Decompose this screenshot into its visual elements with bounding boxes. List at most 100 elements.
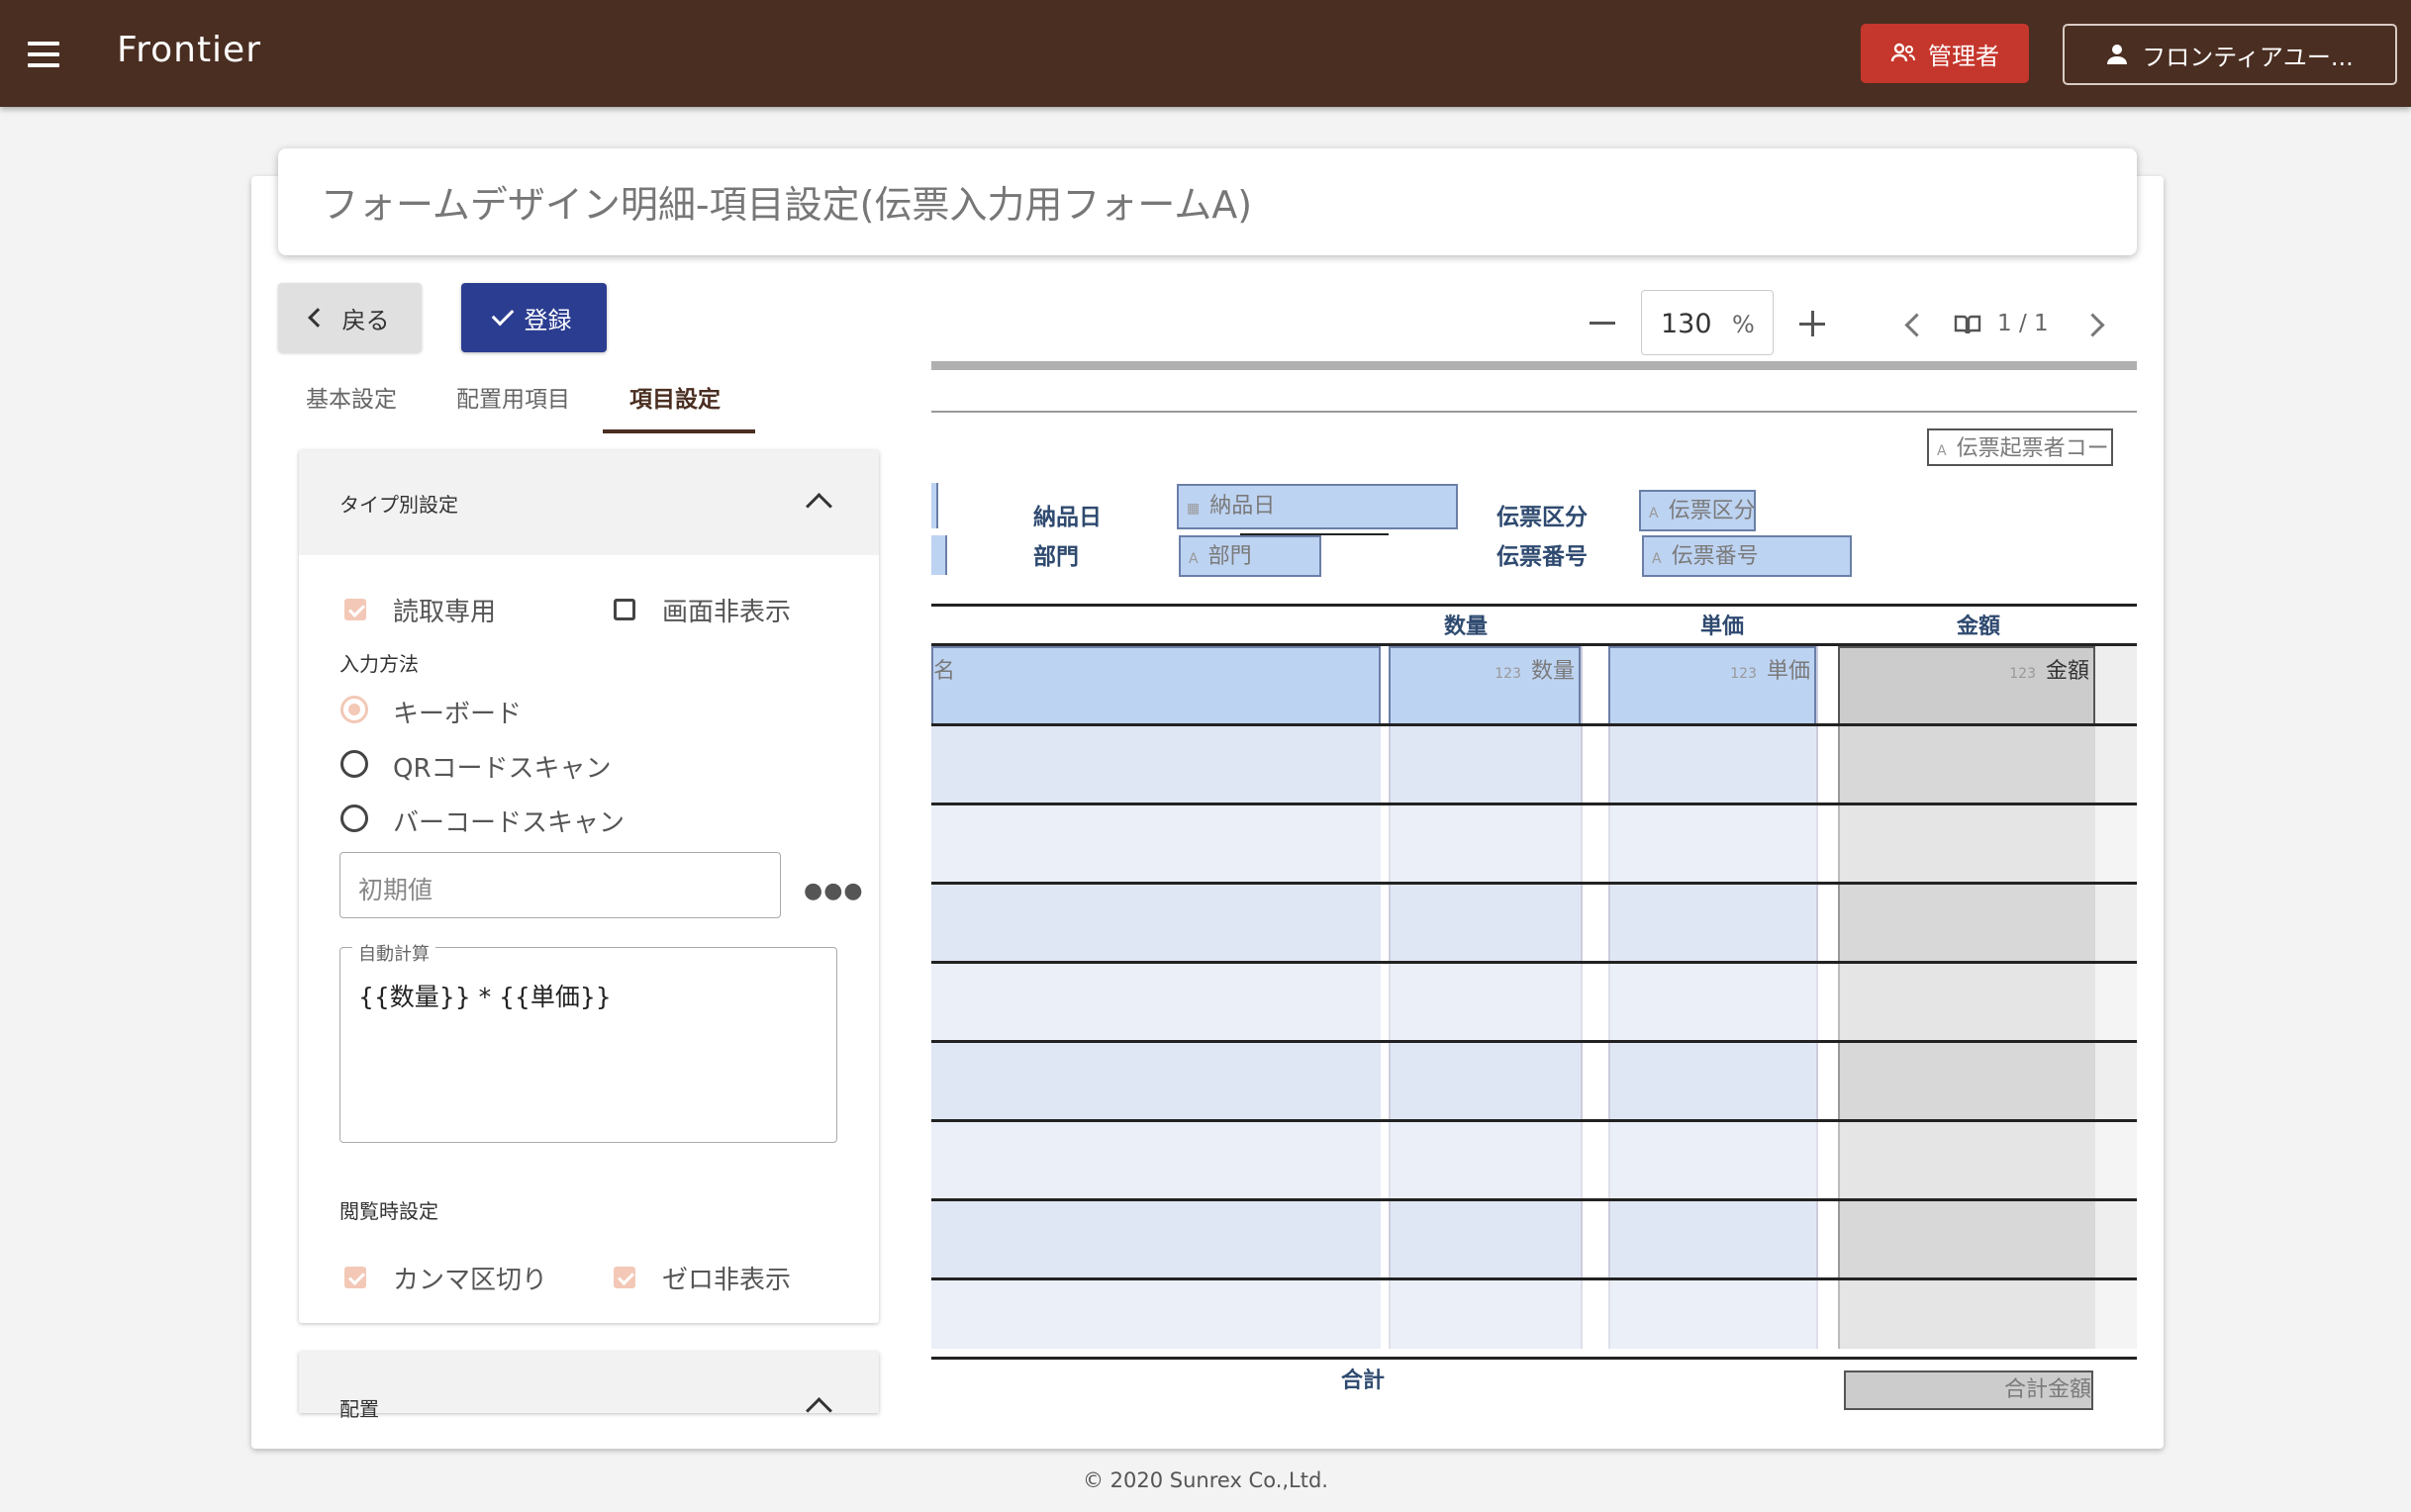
save-label: 登録 xyxy=(524,306,572,334)
book-icon xyxy=(1954,315,1981,334)
total-amount-field[interactable]: 合計金額 xyxy=(1844,1370,2093,1410)
row-line xyxy=(931,723,2137,726)
zoom-out-icon[interactable] xyxy=(1590,322,1615,325)
slip-type-field[interactable]: A 伝票区分 xyxy=(1639,490,1756,531)
initial-value-placeholder: 初期値 xyxy=(358,876,434,904)
preview-top-border xyxy=(931,361,2137,370)
slip-number-text: 伝票番号 xyxy=(1671,544,1759,569)
hidden-label: 画面非表示 xyxy=(662,598,792,627)
person-icon xyxy=(2107,45,2128,64)
back-button[interactable]: 戻る xyxy=(278,283,422,352)
zoom-value: 130 xyxy=(1661,309,1712,339)
zero-hide-checkbox[interactable] xyxy=(614,1267,635,1288)
page-title: フォームデザイン明細-項目設定(伝票入力用フォームA) xyxy=(321,183,1253,227)
row-line xyxy=(931,1040,2137,1043)
row-line xyxy=(931,961,2137,964)
menu-icon[interactable] xyxy=(28,42,59,67)
placement-panel-header[interactable] xyxy=(299,1352,879,1413)
row-band xyxy=(931,804,2137,884)
table-bottom-line xyxy=(931,1357,2137,1360)
department-label: 部門 xyxy=(1033,544,1079,570)
hidden-checkbox[interactable] xyxy=(614,599,635,620)
row-line xyxy=(931,803,2137,805)
row-band xyxy=(931,1279,2137,1349)
col-header-amount: 金額 xyxy=(1957,614,2001,639)
user-label: フロンティアユー... xyxy=(2142,43,2354,71)
cut-field-left-2 xyxy=(931,535,947,575)
radio-qr-scan[interactable] xyxy=(340,750,368,778)
slip-number-label: 伝票番号 xyxy=(1496,544,1588,570)
numeric-prefix: 123 xyxy=(1730,666,1757,682)
delivery-date-text: 納品日 xyxy=(1209,494,1276,519)
more-horizontal-icon[interactable]: ●●● xyxy=(804,879,864,903)
radio-qr-scan-label: QRコードスキャン xyxy=(393,754,612,784)
admin-users-icon xyxy=(1890,43,1915,62)
amount-field[interactable]: 123 金額 xyxy=(1838,646,2095,725)
qty-field-text: 数量 xyxy=(1530,659,1575,684)
save-button[interactable]: 登録 xyxy=(461,283,607,352)
row-line xyxy=(931,882,2137,885)
zoom-unit: % xyxy=(1732,311,1755,338)
department-text: 部門 xyxy=(1207,544,1252,569)
zero-hide-label: ゼロ非表示 xyxy=(662,1266,792,1295)
placement-title: 配置 xyxy=(339,1397,379,1421)
footer-copyright: © 2020 Sunrex Co.,Ltd. xyxy=(1082,1468,1328,1492)
col-header-qty: 数量 xyxy=(1444,614,1489,639)
row-band xyxy=(931,963,2137,1042)
active-tab-indicator xyxy=(603,429,755,433)
row-line xyxy=(931,1277,2137,1280)
app-bar xyxy=(0,0,2411,107)
slip-type-text: 伝票区分 xyxy=(1668,499,1756,523)
numeric-prefix: 123 xyxy=(1495,666,1521,682)
comma-label: カンマ区切り xyxy=(393,1266,548,1295)
input-method-label: 入力方法 xyxy=(339,652,419,676)
cut-field-left xyxy=(931,483,938,528)
item-name-field[interactable]: 名 xyxy=(931,646,1381,725)
radio-keyboard[interactable] xyxy=(340,696,368,723)
radio-barcode-scan[interactable] xyxy=(340,804,368,832)
tab-item-settings[interactable]: 項目設定 xyxy=(629,380,721,414)
table-top-line xyxy=(931,604,2137,607)
tab-placement-items[interactable]: 配置用項目 xyxy=(456,380,570,414)
tab-basic-settings[interactable]: 基本設定 xyxy=(306,380,397,414)
total-label: 合計 xyxy=(1341,1369,1386,1393)
preview-divider xyxy=(931,411,2137,413)
radio-keyboard-label: キーボード xyxy=(393,700,523,729)
delivery-date-label: 納品日 xyxy=(1033,505,1102,530)
total-amount-text: 合計金額 xyxy=(2003,1377,2091,1402)
delivery-date-field[interactable]: ▦ 納品日 xyxy=(1177,484,1458,529)
readonly-checkbox[interactable] xyxy=(344,599,366,620)
row-line xyxy=(931,1119,2137,1122)
app-title: Frontier xyxy=(117,30,262,70)
form-preview[interactable]: A 伝票起票者コー 納品日 ▦ 納品日 部門 A 部門 伝票区分 A 伝票区分 伝票番号… xyxy=(931,361,2137,1414)
qty-field[interactable]: 123 数量 xyxy=(1389,646,1581,725)
back-label: 戻る xyxy=(341,306,390,334)
slip-number-field[interactable]: A 伝票番号 xyxy=(1642,535,1852,577)
type-settings-title: タイプ別設定 xyxy=(339,493,458,517)
auto-calc-textarea[interactable] xyxy=(339,947,837,1143)
row-line xyxy=(931,1198,2137,1201)
row-band xyxy=(931,1121,2137,1200)
price-field[interactable]: 123 単価 xyxy=(1608,646,1816,725)
check-icon xyxy=(491,303,514,327)
creator-code-field[interactable]: A 伝票起票者コー xyxy=(1927,428,2113,466)
admin-button[interactable]: 管理者 xyxy=(1861,24,2029,83)
auto-calc-value[interactable]: {{数量}} * {{単価}} xyxy=(358,978,612,1013)
zoom-in-icon-stem[interactable] xyxy=(1811,311,1814,336)
department-field[interactable]: A 部門 xyxy=(1179,535,1321,577)
creator-code-text: 伝票起票者コー xyxy=(1956,436,2109,461)
comma-checkbox[interactable] xyxy=(344,1267,366,1288)
view-settings-label: 閲覧時設定 xyxy=(339,1199,438,1223)
numeric-prefix: 123 xyxy=(2009,666,2036,682)
radio-barcode-scan-label: バーコードスキャン xyxy=(393,808,626,838)
page-indicator: 1 / 1 xyxy=(1997,311,2049,336)
col-header-price: 単価 xyxy=(1700,614,1745,639)
readonly-label: 読取専用 xyxy=(393,598,497,627)
slip-type-label: 伝票区分 xyxy=(1496,505,1588,530)
item-name-fragment: 名 xyxy=(933,659,956,684)
user-menu-button[interactable]: フロンティアユー... xyxy=(2063,24,2397,85)
amount-field-text: 金額 xyxy=(2045,659,2089,684)
auto-calc-label: 自動計算 xyxy=(352,940,435,966)
admin-label: 管理者 xyxy=(1928,42,1999,70)
price-field-text: 単価 xyxy=(1766,659,1810,684)
